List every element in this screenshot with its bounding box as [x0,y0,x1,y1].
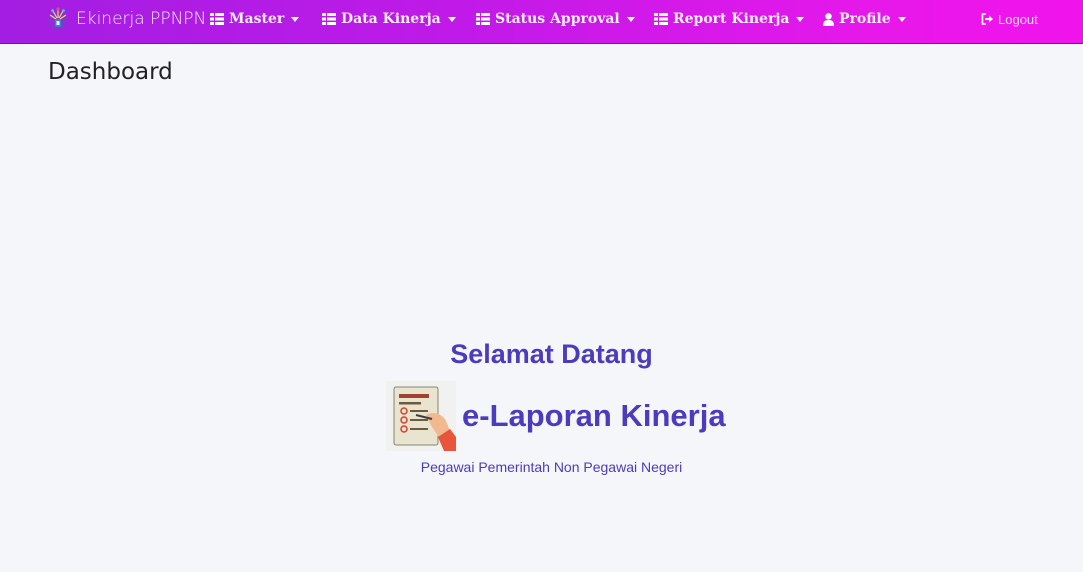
nav-data-kinerja-label: Data Kinerja [341,11,441,27]
nav-master[interactable]: Master [210,0,304,38]
nav-data-kinerja[interactable]: Data Kinerja [322,0,461,38]
caret-down-icon [291,16,300,22]
table-icon [476,13,490,25]
sign-out-icon [981,13,993,25]
caret-down-icon [626,16,635,22]
hero-title-row: e-Laporan Kinerja [386,380,726,452]
caret-down-icon [447,16,456,22]
table-icon [322,13,336,25]
top-navbar: Ekinerja PPNPN Master Data Kinerja Statu… [0,0,1083,44]
logout-link[interactable]: Logout [981,0,1038,38]
page-title: Dashboard [48,59,173,85]
caret-down-icon [796,16,805,22]
hero-title: e-Laporan Kinerja [462,398,726,433]
nav-report-kinerja-label: Report Kinerja [673,11,790,27]
welcome-greeting: Selamat Datang [450,339,653,369]
logout-label: Logout [998,11,1038,27]
caret-down-icon [897,16,906,22]
nav-master-label: Master [229,11,285,27]
table-icon [210,13,224,25]
nav-profile-label: Profile [839,11,891,27]
brand-name: Ekinerja PPNPN [76,9,207,29]
hero-subtitle: Pegawai Pemerintah Non Pegawai Negeri [420,459,683,475]
emblem-logo-icon [48,7,68,30]
nav-report-kinerja[interactable]: Report Kinerja [654,0,809,38]
nav-profile[interactable]: Profile [823,0,911,38]
brand[interactable]: Ekinerja PPNPN [46,4,206,34]
user-icon [823,12,834,26]
nav-status-approval-label: Status Approval [495,11,620,27]
checklist-report-icon [386,381,456,451]
nav-status-approval[interactable]: Status Approval [476,0,640,38]
table-icon [654,13,668,25]
